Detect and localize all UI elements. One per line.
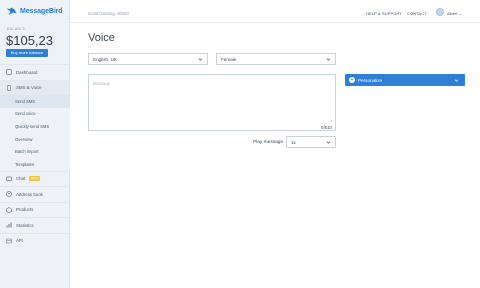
sidebar-item-label: Products — [16, 207, 34, 213]
dashboard-icon — [6, 69, 12, 76]
api-icon — [6, 238, 12, 244]
balance-label: BALANCE — [7, 27, 26, 31]
resize-handle-icon[interactable] — [330, 119, 333, 122]
play-message-label: Play message — [253, 140, 284, 145]
greeting-text: Good morning, Albert! — [88, 11, 129, 16]
chevron-down-icon — [198, 58, 203, 61]
sidebar-item-address-book[interactable]: Address book — [0, 186, 70, 202]
sidebar-item-label: Chat — [16, 176, 26, 182]
avatar[interactable] — [436, 8, 444, 16]
chevron-down-icon — [326, 141, 331, 144]
user-name: Albert — [447, 11, 458, 16]
language-select-value: English, UK — [93, 56, 118, 62]
sidebar-item-label: Address book — [16, 191, 43, 197]
buy-more-balance-button[interactable]: Buy more balance — [6, 49, 48, 57]
contact-link[interactable]: CONTACT — [407, 11, 427, 16]
sidebar-item-dashboard[interactable]: Dashboard — [0, 64, 70, 80]
sidebar-nav: Dashboard SMS & Voice Send SMS Send voic… — [0, 64, 70, 248]
sidebar-item-label: Dashboard — [16, 69, 38, 75]
new-badge: NEW — [29, 176, 41, 182]
sidebar-item-products[interactable]: Products — [0, 201, 70, 218]
sidebar-item-api[interactable]: API — [0, 232, 70, 249]
messagebird-bird-icon — [6, 7, 17, 15]
page-title: Voice — [88, 32, 115, 44]
play-speed-select[interactable]: 1x — [286, 136, 336, 148]
subnav-send-voice[interactable]: Send voice — [0, 108, 70, 121]
message-placeholder: Message — [93, 81, 110, 86]
sidebar-item-label: Statistics — [16, 222, 34, 228]
character-counter: 0/510 — [321, 125, 332, 130]
statistics-icon — [6, 222, 12, 228]
personalize-label: Personalize — [358, 77, 383, 83]
phone-icon — [6, 84, 12, 91]
plus-circle-icon: + — [349, 77, 355, 83]
header-divider — [70, 22, 480, 23]
address-book-icon — [6, 191, 12, 198]
subnav-send-sms[interactable]: Send SMS — [0, 95, 70, 108]
sidebar-item-statistics[interactable]: Statistics — [0, 217, 70, 233]
subnav-quickly-send-sms[interactable]: Quickly send SMS — [0, 120, 70, 133]
subnav-batch-import[interactable]: Batch import — [0, 145, 70, 158]
sidebar-item-chat[interactable]: Chat NEW — [0, 170, 70, 187]
subnav-templates[interactable]: Templates — [0, 158, 70, 171]
sidebar-item-sms-voice[interactable]: SMS & Voice — [0, 79, 70, 95]
products-icon — [6, 206, 12, 213]
voice-gender-select[interactable]: Female — [216, 53, 336, 65]
play-speed-select-value: 1x — [291, 139, 296, 145]
personalize-button[interactable]: + Personalize — [345, 74, 465, 86]
sidebar-item-label: SMS & Voice — [16, 85, 42, 91]
chevron-down-icon — [326, 58, 331, 61]
brand-name: MessageBird — [20, 8, 63, 15]
sidebar: MessageBird BALANCE $105,23 Buy more bal… — [0, 0, 70, 288]
user-menu[interactable]: Albert ⌄ — [447, 11, 462, 16]
sms-voice-submenu: Send SMS Send voice Quickly send SMS Ove… — [0, 95, 70, 171]
balance-value: $105,23 — [6, 33, 53, 48]
chat-icon — [6, 176, 12, 182]
chevron-down-icon: ⌄ — [458, 11, 462, 16]
voice-gender-select-value: Female — [221, 56, 237, 62]
subnav-overview[interactable]: Overview — [0, 133, 70, 146]
sidebar-item-label: API — [16, 238, 24, 244]
help-support-link[interactable]: HELP & SUPPORT — [366, 11, 402, 16]
chevron-down-icon — [454, 79, 459, 82]
language-select[interactable]: English, UK — [88, 53, 208, 65]
logo[interactable]: MessageBird — [6, 7, 63, 16]
message-textarea[interactable]: Message — [88, 74, 336, 131]
